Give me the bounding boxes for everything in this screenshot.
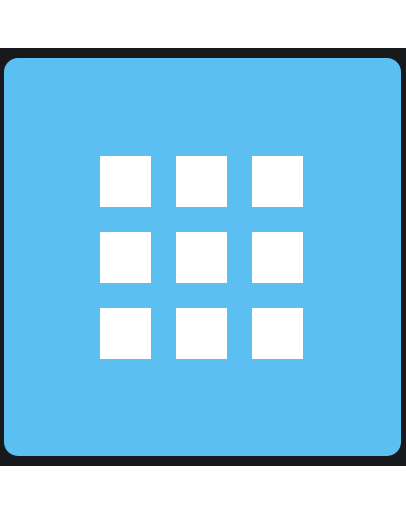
app-grid-icon bbox=[100, 156, 303, 359]
grid-square-1 bbox=[100, 156, 151, 207]
grid-square-7 bbox=[100, 308, 151, 359]
grid-square-5 bbox=[176, 232, 227, 283]
grid-square-9 bbox=[252, 308, 303, 359]
grid-square-6 bbox=[252, 232, 303, 283]
grid-square-4 bbox=[100, 232, 151, 283]
grid-square-3 bbox=[252, 156, 303, 207]
grid-square-8 bbox=[176, 308, 227, 359]
grid-square-2 bbox=[176, 156, 227, 207]
